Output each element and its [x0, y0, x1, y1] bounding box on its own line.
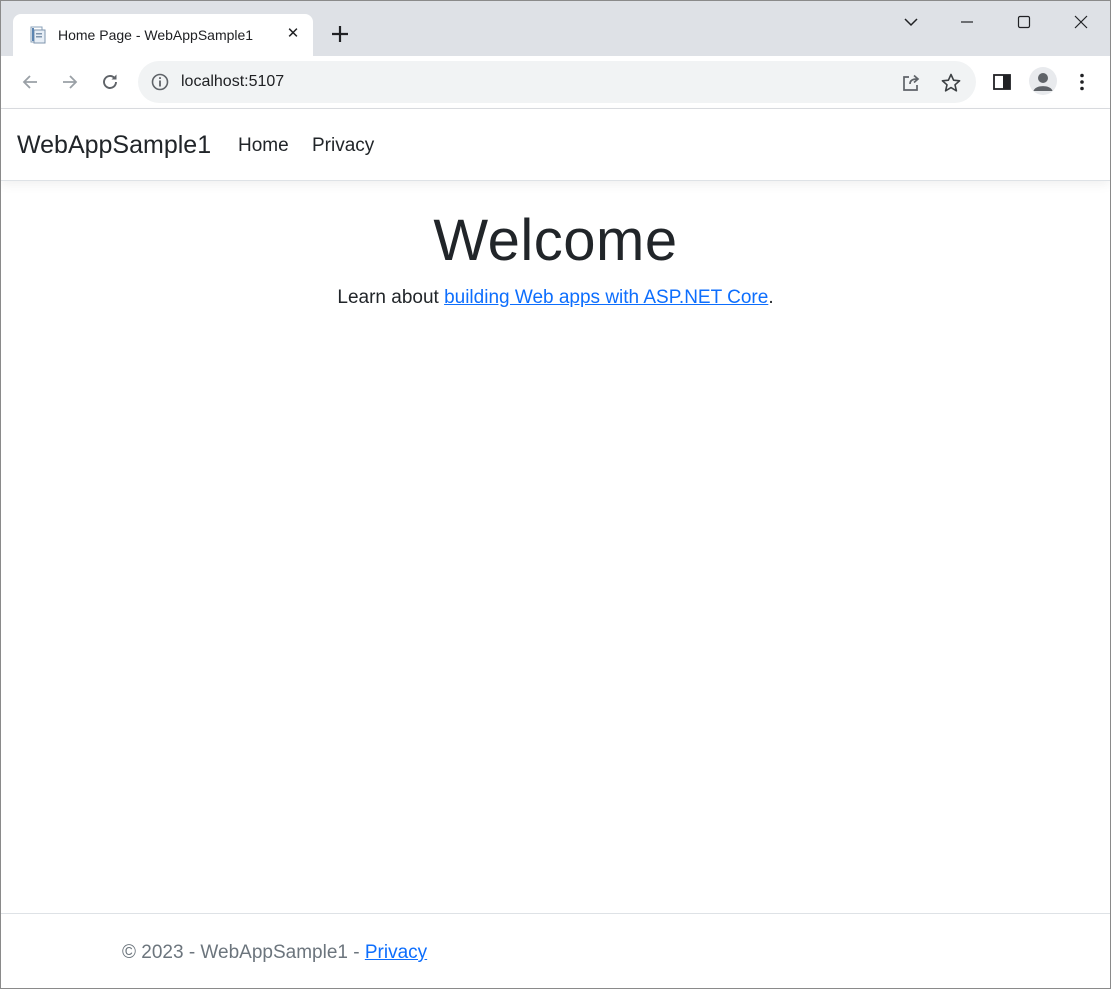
- browser-tab[interactable]: Home Page - WebAppSample1 ✕: [13, 14, 313, 56]
- arrow-left-icon[interactable]: [15, 67, 45, 97]
- tab-title: Home Page - WebAppSample1: [58, 27, 254, 43]
- site-footer: © 2023 - WebAppSample1 - Privacy: [1, 913, 1110, 988]
- star-icon[interactable]: [940, 72, 962, 94]
- footer-text: © 2023 - WebAppSample1 - Privacy: [122, 942, 427, 964]
- page-content: WebAppSample1 Home Privacy Welcome Learn…: [1, 109, 1110, 988]
- nav-link-privacy[interactable]: Privacy: [312, 135, 374, 157]
- side-panel-icon[interactable]: [987, 67, 1017, 97]
- page-favicon-icon: [29, 26, 47, 44]
- kebab-menu-icon[interactable]: [1067, 67, 1097, 97]
- aspnet-docs-link[interactable]: building Web apps with ASP.NET Core: [444, 287, 768, 308]
- url-text[interactable]: localhost:5107: [181, 73, 284, 91]
- share-icon[interactable]: [900, 72, 922, 94]
- browser-toolbar: localhost:5107: [1, 56, 1110, 109]
- minimize-icon[interactable]: [947, 7, 987, 37]
- profile-icon[interactable]: [1029, 67, 1057, 95]
- tab-strip: Home Page - WebAppSample1 ✕: [1, 1, 1110, 56]
- close-icon[interactable]: ✕: [285, 25, 301, 41]
- nav-link-home[interactable]: Home: [238, 135, 289, 157]
- brand-link[interactable]: WebAppSample1: [17, 131, 211, 160]
- tab-search-icon[interactable]: [891, 7, 931, 37]
- address-bar[interactable]: localhost:5107: [138, 61, 976, 103]
- footer-privacy-link[interactable]: Privacy: [365, 942, 427, 963]
- maximize-icon[interactable]: [1004, 7, 1044, 37]
- plus-icon[interactable]: [327, 21, 353, 47]
- lead-prefix: Learn about: [337, 287, 445, 308]
- lead-suffix: .: [768, 287, 774, 308]
- arrow-right-icon[interactable]: [55, 67, 85, 97]
- page-title: Welcome: [433, 208, 678, 273]
- copyright-text: © 2023 - WebAppSample1 -: [122, 942, 365, 963]
- info-icon[interactable]: [150, 72, 170, 92]
- site-navbar: WebAppSample1 Home Privacy: [1, 109, 1110, 181]
- browser-window: Home Page - WebAppSample1 ✕ localhost:51…: [0, 0, 1111, 989]
- lead-paragraph: Learn about building Web apps with ASP.N…: [1, 287, 1110, 309]
- reload-icon[interactable]: [95, 67, 125, 97]
- close-window-icon[interactable]: [1061, 7, 1101, 37]
